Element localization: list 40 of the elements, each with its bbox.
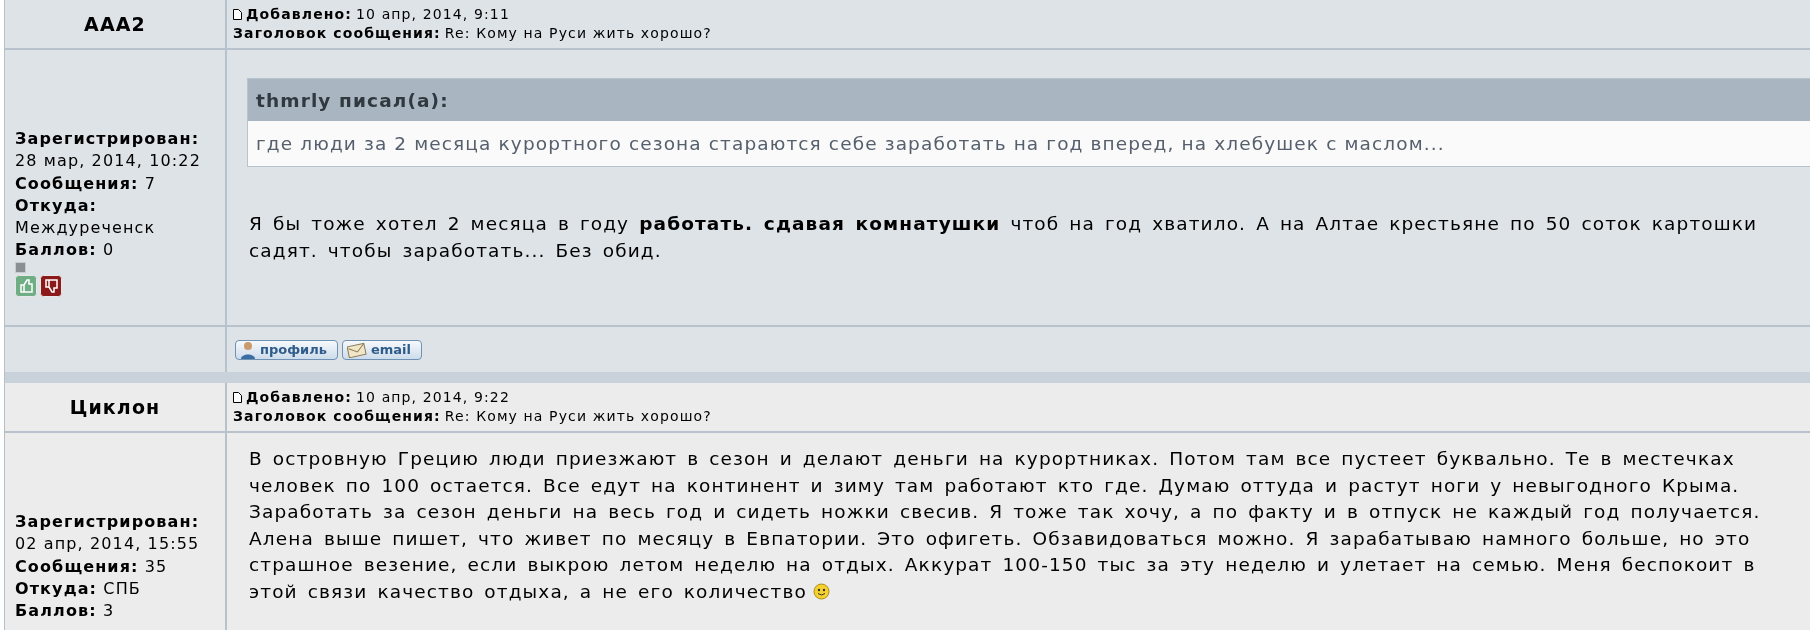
profile-value: СПБ [103, 578, 141, 598]
profile-label: Сообщения: [15, 556, 139, 576]
subject-label: Заголовок сообщения: [233, 24, 441, 43]
person-icon [240, 340, 256, 359]
smiley-icon [812, 582, 830, 600]
post-date: 10 апр, 2014, 9:22 [356, 388, 510, 407]
profile-label: Сообщения: [15, 173, 139, 193]
profile-value: 35 [144, 556, 168, 576]
post-date: 10 апр, 2014, 9:11 [356, 5, 510, 24]
added-label: Добавлено: [246, 5, 352, 24]
thumbs-down-icon[interactable] [40, 274, 62, 297]
thumbs-up-icon[interactable] [15, 274, 37, 297]
profile-value: 7 [144, 173, 157, 193]
subject-label: Заголовок сообщения: [233, 407, 441, 426]
profile-value: 3 [103, 601, 115, 621]
email-button[interactable]: email [341, 339, 423, 360]
envelope-icon [346, 341, 367, 358]
author-name: AAA2 [84, 13, 146, 35]
profile-value: Междуреченск [15, 218, 156, 238]
quote-author: thmrly писал(а): [256, 89, 449, 111]
profile-label: Баллов: [15, 240, 97, 260]
profile-label: Зарегистрирован: [15, 129, 200, 148]
post-text: В островную Грецию люди приезжают в сезон и делают деньги на курортниках. Потом там все пустеет буквально. Те в местечках человек по 100 остается. Все едут на континент и зиму там работают кто где. Думаю оттуда и растут ноги у невыгодного Крыма. Заработать за сезон деньги на весь год и сидеть ножки свесив. Я тоже так хочу, а по факту и в отпуск не каждый год получается. Алена выше пишет, что живет по месяцу в Евпатории. Это офигеть. Обзавидоваться можно. Я зарабатываю намного больше, но это страшное везение, если выкрою летом неделю на отдых. Аккурат 100-150 тыс за эту неделю и улетает на семью. Меня беспокоит в этой связи качество отдыха, а не его количество [249, 447, 1762, 604]
profile-label: Баллов: [15, 601, 97, 621]
added-label: Добавлено: [246, 388, 352, 407]
profile-label: Зарегистрирован: [15, 512, 200, 531]
rank-icon [15, 261, 26, 273]
document-icon [233, 9, 242, 20]
profile-value: 28 мар, 2014, 10:22 [15, 151, 201, 171]
profile-label: Откуда: [15, 578, 98, 598]
author-name: Циклон [69, 396, 161, 418]
profile-label: Откуда: [15, 195, 98, 215]
post-subject: Re: Кому на Руси жить хорошо? [444, 407, 712, 426]
profile-value: 02 апр, 2014, 15:55 [15, 534, 200, 554]
document-icon [233, 392, 242, 403]
profile-button[interactable]: профиль [235, 339, 338, 360]
post-text: Я бы тоже хотел 2 месяца в году работать. сдавая комнатушки чтоб на год хватило. А на Алтае крестьяне по 50 соток картошки садят. чтобы заработать... Без обид. [249, 212, 1759, 263]
post-subject: Re: Кому на Руси жить хорошо? [444, 24, 712, 43]
quote-text: где люди за 2 месяца курортного сезона стараются себе заработать на год вперед, на хлебушек с маслом... [256, 133, 1445, 154]
profile-value: 0 [103, 240, 115, 260]
